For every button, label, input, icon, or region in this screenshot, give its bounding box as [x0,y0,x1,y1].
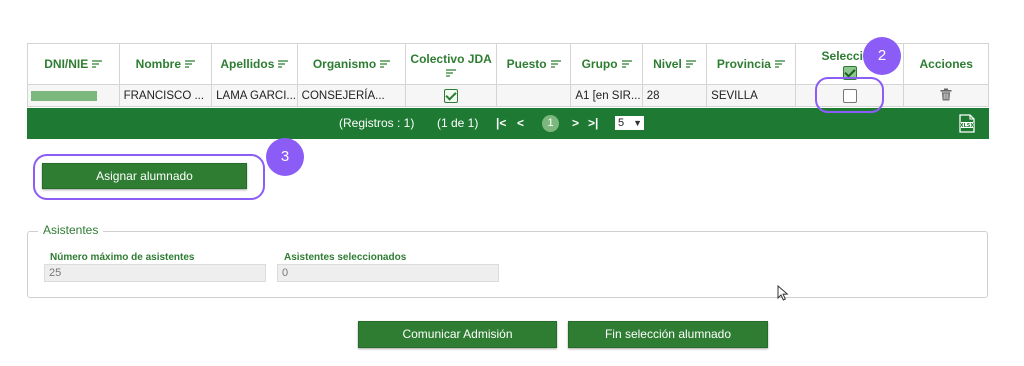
col-header-label: Grupo [581,57,618,71]
cell-puesto [495,84,572,107]
col-header-label: Apellidos [220,57,275,71]
cell-dni [27,84,120,107]
sort-icon[interactable] [380,60,391,68]
trash-icon[interactable] [940,88,952,104]
cell-acciones [903,84,989,107]
page-size-select[interactable]: 5 ▼ [615,116,644,130]
col-header-apellidos[interactable]: Apellidos [211,43,298,85]
col-header-label: Colectivo JDA [410,51,492,66]
col-header-provincia[interactable]: Provincia [706,43,796,85]
col-header-acciones: Acciones [903,43,989,85]
next-page-button[interactable]: > [572,108,579,139]
sort-icon[interactable] [774,60,785,68]
col-header-colectivo-jda[interactable]: Colectivo JDA [405,43,497,85]
col-header-label: Provincia [716,57,771,71]
colectivo-jda-checkbox [444,88,459,103]
last-page-button[interactable]: >| [588,108,598,139]
page-info: (1 de 1) [437,116,479,130]
col-header-label: Nombre [135,57,182,71]
annotation-badge-step2: 2 [863,37,901,75]
comunicar-admision-button[interactable]: Comunicar Admisión [358,321,557,348]
annotation-highlight-step3 [33,154,265,200]
col-header-label: DNI/NIE [44,57,89,71]
prev-page-button[interactable]: < [517,108,524,139]
selected-asistentes-label: Asistentes seleccionados [284,252,407,263]
sort-icon[interactable] [446,68,457,77]
fin-seleccion-button[interactable]: Fin selección alumnado [568,321,768,348]
sort-icon[interactable] [550,60,561,68]
records-count: (Registros : 1) [339,116,415,130]
col-header-nivel[interactable]: Nivel [641,43,708,85]
annotation-badge-step3: 3 [266,138,304,176]
cell-organismo: CONSEJERÍA... [296,84,407,107]
mouse-cursor-icon [777,284,789,304]
cell-nombre: FRANCISCO ... [118,84,213,107]
sort-icon[interactable] [185,60,196,68]
cell-provincia: SEVILLA [706,84,796,107]
chevron-down-icon: ▼ [633,118,642,128]
col-header-nombre[interactable]: Nombre [118,43,213,85]
asistentes-legend: Asistentes [38,223,104,237]
svg-text:XLSX: XLSX [960,123,975,129]
cell-grupo: A1 [en SIR... [570,84,643,107]
col-header-grupo[interactable]: Grupo [570,43,643,85]
max-asistentes-label: Número máximo de asistentes [50,252,195,263]
sort-icon[interactable] [621,60,632,68]
annotation-highlight-step2 [815,77,884,113]
col-header-puesto[interactable]: Puesto [495,43,572,85]
selected-asistentes-field[interactable]: 0 [277,264,499,282]
first-page-button[interactable]: |< [496,108,506,139]
col-header-organismo[interactable]: Organismo [296,43,407,85]
xlsx-export-icon[interactable]: XLSX [959,114,975,133]
cell-nivel: 28 [641,84,708,107]
sort-icon[interactable] [685,60,696,68]
col-header-label: Nivel [653,57,682,71]
sort-icon[interactable] [278,60,289,68]
col-header-dni[interactable]: DNI/NIE [27,43,120,85]
col-header-label: Puesto [506,57,547,71]
max-asistentes-field[interactable]: 25 [44,264,266,282]
col-header-label: Organismo [312,57,377,71]
col-header-label: Acciones [919,57,973,71]
current-page-button[interactable]: 1 [542,115,559,132]
redacted-dni [31,90,97,101]
page-size-value: 5 [618,117,625,129]
sort-icon[interactable] [92,60,103,68]
cell-apellidos: LAMA GARCI... [211,84,298,107]
cell-colectivo-jda [405,84,497,107]
